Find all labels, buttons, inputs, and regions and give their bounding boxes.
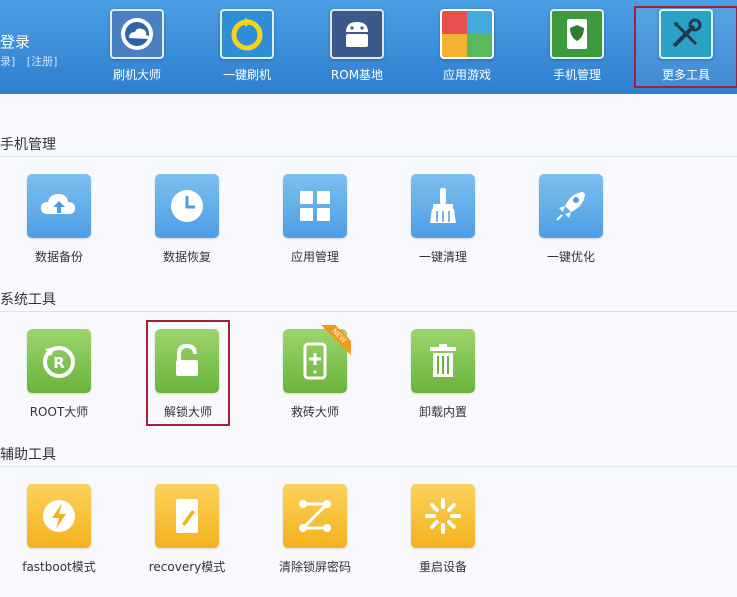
- section-title-system-tools: 系统工具: [0, 292, 56, 308]
- tools-icon: [659, 9, 713, 59]
- pattern-icon: [283, 484, 347, 548]
- refresh-icon: [220, 9, 274, 59]
- broom-icon: [411, 174, 475, 238]
- tile-one-click-clean[interactable]: 一键清理: [395, 174, 491, 270]
- phone-plus-icon: NEW: [283, 325, 351, 393]
- tile-unbrick-master[interactable]: NEW 救砖大师: [267, 325, 363, 425]
- unlock-icon: [155, 329, 219, 393]
- tile-data-restore[interactable]: 数据恢复: [139, 174, 235, 270]
- clock-icon: [155, 174, 219, 238]
- grid-icon: [283, 174, 347, 238]
- tile-label: ROOT大师: [29, 405, 89, 419]
- svg-text:R: R: [53, 354, 65, 372]
- android-icon: [330, 9, 384, 59]
- nav-label: 更多工具: [661, 68, 710, 82]
- tile-one-click-optimize[interactable]: 一键优化: [523, 174, 619, 270]
- tile-label: 救砖大师: [290, 405, 339, 419]
- nav-label: 手机管理: [552, 68, 601, 82]
- tile-app-manage[interactable]: 应用管理: [267, 174, 363, 270]
- divider: [0, 311, 737, 312]
- cloud-disc-icon: [110, 9, 164, 59]
- tile-unlock-master[interactable]: 解锁大师: [146, 320, 230, 426]
- nav-label: 刷机大师: [112, 68, 161, 82]
- tile-uninstall-builtin[interactable]: 卸载内置: [395, 329, 491, 425]
- tile-label: 重启设备: [418, 560, 467, 574]
- phone-shield-icon: [550, 9, 604, 59]
- cloud-upload-icon: [27, 174, 91, 238]
- new-badge: NEW: [319, 325, 351, 357]
- lightning-icon: [27, 484, 91, 548]
- nav-one-click-flash[interactable]: 一键刷机: [195, 6, 299, 88]
- tile-label: fastboot模式: [22, 560, 96, 574]
- tiles-icon: [440, 9, 494, 59]
- nav-label: 一键刷机: [222, 68, 271, 82]
- divider: [0, 156, 737, 157]
- tile-label: 清除锁屏密码: [278, 560, 351, 574]
- section-title-aux-tools: 辅助工具: [0, 447, 56, 463]
- tile-recovery-mode[interactable]: recovery模式: [139, 484, 235, 580]
- nav-rom-base[interactable]: ROM基地: [305, 6, 409, 88]
- register-link[interactable]: [注册]: [27, 55, 58, 68]
- nav-phone-manage[interactable]: 手机管理: [525, 6, 629, 88]
- tablet-pen-icon: [155, 484, 219, 548]
- tile-root-master[interactable]: R ROOT大师: [11, 329, 107, 425]
- tile-label: 一键优化: [546, 250, 595, 264]
- rocket-icon: [539, 174, 603, 238]
- section-title-phone-manage: 手机管理: [0, 137, 56, 153]
- nav-apps-games[interactable]: 应用游戏: [415, 6, 519, 88]
- tile-label: 数据备份: [34, 250, 83, 264]
- root-icon: R: [27, 329, 91, 393]
- nav-flash-master[interactable]: 刷机大师: [85, 6, 189, 88]
- tile-reboot-device[interactable]: 重启设备: [395, 484, 491, 580]
- tile-clear-lock-password[interactable]: 清除锁屏密码: [267, 484, 363, 580]
- nav-more-tools[interactable]: 更多工具: [634, 6, 737, 88]
- new-badge-label: NEW: [319, 325, 351, 357]
- tile-label: 解锁大师: [163, 405, 212, 419]
- nav-label: ROM基地: [330, 68, 384, 82]
- tile-label: 应用管理: [290, 250, 339, 264]
- tile-fastboot-mode[interactable]: fastboot模式: [11, 484, 107, 580]
- login-link[interactable]: 录]: [0, 55, 15, 68]
- login-title[interactable]: 登录: [0, 31, 30, 52]
- tile-data-backup[interactable]: 数据备份: [11, 174, 107, 270]
- tile-label: recovery模式: [148, 560, 226, 574]
- login-links: 录] [注册]: [0, 53, 65, 69]
- top-header: 登录 录] [注册] 刷机大师 一键刷机 ROM基地 应用游戏 手机管理 更多工…: [0, 0, 737, 94]
- tile-label: 一键清理: [418, 250, 467, 264]
- nav-label: 应用游戏: [442, 68, 491, 82]
- loading-icon: [411, 484, 475, 548]
- tile-label: 卸载内置: [418, 405, 467, 419]
- trash-icon: [411, 329, 475, 393]
- tile-label: 数据恢复: [162, 250, 211, 264]
- divider: [0, 466, 737, 467]
